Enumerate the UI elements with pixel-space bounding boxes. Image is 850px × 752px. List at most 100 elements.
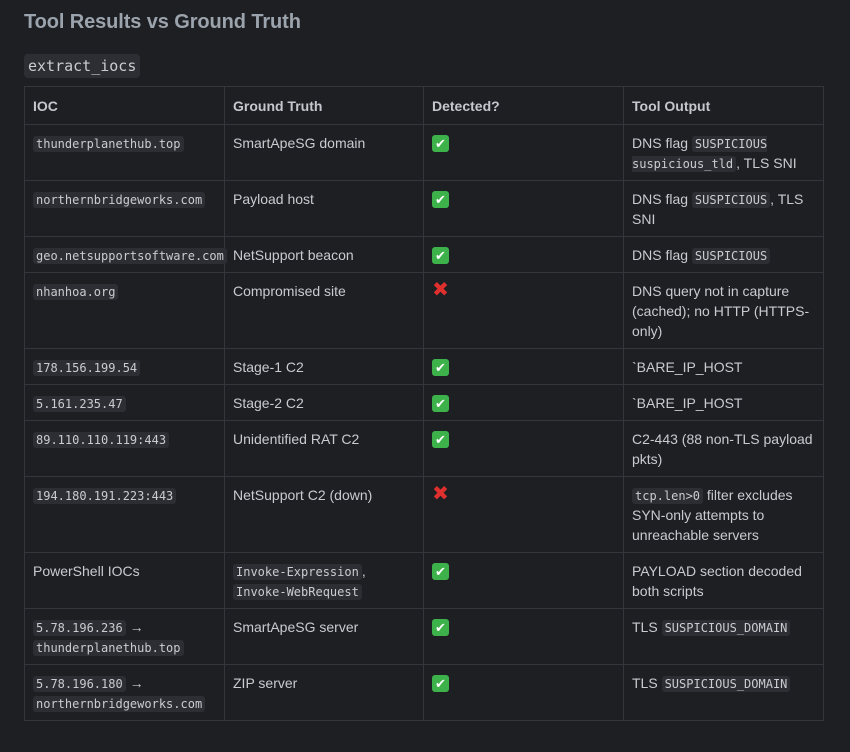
cell-detected: ✔ [423,552,624,609]
cell-text: DNS query not in capture (cached); no HT… [632,283,810,339]
cell-text: TLS [632,675,662,691]
cell-text: PAYLOAD section decoded both scripts [632,563,802,599]
inline-code: Invoke-WebRequest [233,584,362,600]
cell-ground-truth: ZIP server [224,664,424,721]
cell-text: SmartApeSG domain [233,135,366,151]
cell-text: Compromised site [233,283,346,299]
cell-text: DNS flag [632,191,692,207]
cell-text: Stage-2 C2 [233,395,304,411]
cell-text: NetSupport beacon [233,247,354,263]
cell-ground-truth: Payload host [224,180,424,237]
cell-ground-truth: NetSupport C2 (down) [224,476,424,553]
cell-text: NetSupport C2 (down) [233,487,373,503]
inline-code: geo.netsupportsoftware.com [33,248,227,264]
cell-text: , [361,563,366,579]
column-header-ground-truth: Ground Truth [224,86,424,125]
section-heading: extract_iocs [24,54,141,78]
table-row: 5.161.235.47 Stage-2 C2 ✔ `BARE_IP_HOST [24,384,824,421]
inline-code: 5.78.196.236 [33,620,126,636]
inline-code: thunderplanethub.top [33,640,184,656]
cell-ioc: nhanhoa.org [24,272,225,349]
cross-mark-icon: ✖ [432,483,449,505]
check-mark-icon: ✔ [432,247,449,264]
check-mark-icon: ✔ [432,431,449,448]
inline-code: SUSPICIOUS_DOMAIN [661,676,791,692]
cell-detected: ✔ [423,608,624,665]
table-row: geo.netsupportsoftware.com NetSupport bea… [24,236,824,273]
table-row: 5.78.196.180 → northernbridgeworks.com ZI… [24,664,824,721]
cell-ioc: 89.110.110.119:443 [24,420,225,477]
cell-detected: ✔ [423,664,624,721]
cell-text: TLS [632,619,662,635]
results-table: IOC Ground Truth Detected? Tool Output t… [24,86,824,721]
cell-text: Payload host [233,191,314,207]
cell-ioc: northernbridgeworks.com [24,180,225,237]
inline-code: 5.161.235.47 [33,396,126,412]
cell-tool-output: `BARE_IP_HOST [623,348,824,385]
cell-ioc: 194.180.191.223:443 [24,476,225,553]
inline-code: 5.78.196.180 [33,676,126,692]
cell-text: ZIP server [233,675,298,691]
cell-tool-output: DNS flag SUSPICIOUS, TLS SNI [623,180,824,237]
inline-code: SUSPICIOUS_DOMAIN [661,620,791,636]
cross-mark-icon: ✖ [432,279,449,301]
cell-ground-truth: NetSupport beacon [224,236,424,273]
column-header-ioc: IOC [24,86,225,125]
cell-tool-output: `BARE_IP_HOST [623,384,824,421]
cell-detected: ✔ [423,348,624,385]
cell-detected: ✔ [423,124,624,181]
cell-ground-truth: Unidentified RAT C2 [224,420,424,477]
table-body: thunderplanethub.top SmartApeSG domain ✔ DN… [24,124,824,721]
inline-code: SUSPICIOUS [691,192,771,208]
table-header-row: IOC Ground Truth Detected? Tool Output [24,86,824,125]
inline-code: northernbridgeworks.com [33,192,206,208]
cell-text: `BARE_IP_HOST [632,359,743,375]
cell-tool-output: PAYLOAD section decoded both scripts [623,552,824,609]
check-mark-icon: ✔ [432,563,449,580]
cell-text: DNS flag [632,247,692,263]
cell-ioc: 5.161.235.47 [24,384,225,421]
cell-ground-truth: Stage-2 C2 [224,384,424,421]
inline-code: northernbridgeworks.com [33,696,206,712]
table-row: northernbridgeworks.com Payload host ✔ DNS … [24,180,824,237]
table-row: PowerShell IOCs Invoke-Expression, Invoke… [24,552,824,609]
table-row: 89.110.110.119:443 Unidentified RAT C2 ✔ C2… [24,420,824,477]
cell-ground-truth: SmartApeSG server [224,608,424,665]
check-mark-icon: ✔ [432,359,449,376]
table-row: nhanhoa.org Compromised site ✖ DNS query no… [24,272,824,349]
inline-code: nhanhoa.org [33,284,119,300]
table-row: thunderplanethub.top SmartApeSG domain ✔ DN… [24,124,824,181]
check-mark-icon: ✔ [432,135,449,152]
page-title: Tool Results vs Ground Truth [24,11,301,33]
cell-ground-truth: SmartApeSG domain [224,124,424,181]
inline-code: 194.180.191.223:443 [33,488,177,504]
inline-code: 89.110.110.119:443 [33,432,170,448]
cell-tool-output: C2-443 (88 non-TLS payload pkts) [623,420,824,477]
inline-code: Invoke-Expression [233,564,362,580]
cell-detected: ✔ [423,180,624,237]
inline-code: tcp.len>0 [632,488,704,504]
cell-tool-output: DNS flag SUSPICIOUS suspicious_tld, TLS … [623,124,824,181]
cell-tool-output: TLS SUSPICIOUS_DOMAIN [623,664,824,721]
cell-detected: ✔ [423,384,624,421]
cell-ioc: 5.78.196.236 → thunderplanethub.top [24,608,225,665]
document: Tool Results vs Ground Truth extract_ioc… [24,8,824,721]
inline-code: 178.156.199.54 [33,360,141,376]
check-mark-icon: ✔ [432,675,449,692]
cell-ioc: 5.78.196.180 → northernbridgeworks.com [24,664,225,721]
cell-detected: ✔ [423,420,624,477]
cell-tool-output: tcp.len>0 filter excludes SYN-only attem… [623,476,824,553]
cell-text: → [125,675,144,691]
cell-text: Stage-1 C2 [233,359,304,375]
cell-text: `BARE_IP_HOST [632,395,743,411]
cell-text: C2-443 (88 non-TLS payload pkts) [632,431,813,467]
cell-text: → [125,619,144,635]
cell-text: PowerShell IOCs [33,563,140,579]
cell-ioc: geo.netsupportsoftware.com [24,236,227,273]
cell-ioc: PowerShell IOCs [24,552,225,609]
cell-ground-truth: Compromised site [224,272,424,349]
cell-tool-output: TLS SUSPICIOUS_DOMAIN [623,608,824,665]
cell-detected: ✖ [423,476,624,553]
cell-tool-output: DNS query not in capture (cached); no HT… [623,272,824,349]
cell-ground-truth: Stage-1 C2 [224,348,424,385]
